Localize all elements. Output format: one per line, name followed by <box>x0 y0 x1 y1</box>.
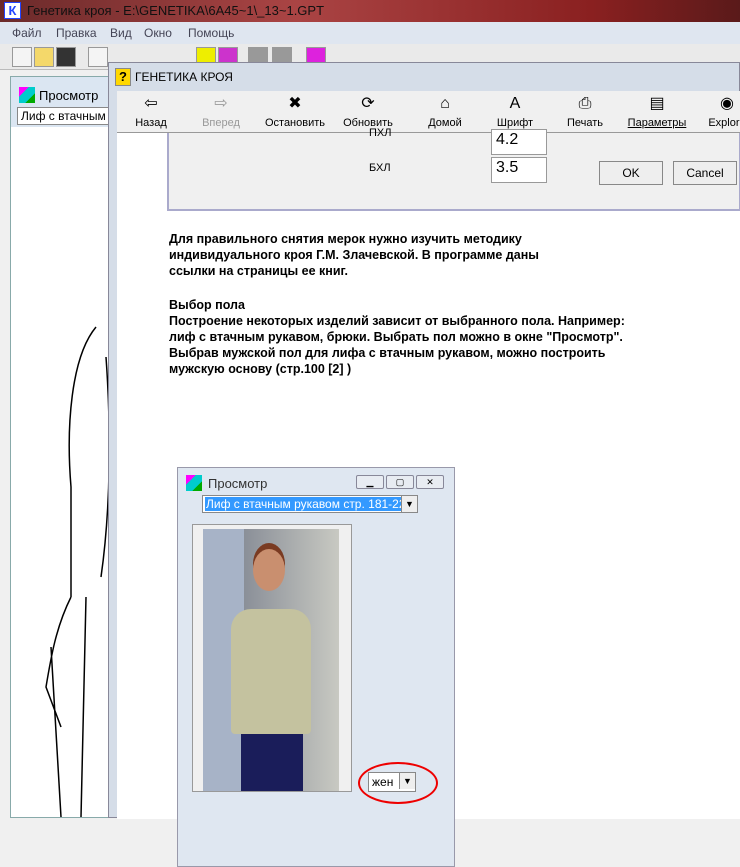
help-content: ПХЛ 4.2 БХЛ 3.5 OK Cancel Для правильног… <box>117 127 740 867</box>
maximize-icon[interactable]: ▢ <box>386 475 414 489</box>
print-icon[interactable] <box>88 47 108 67</box>
label-phl: ПХЛ <box>369 127 392 139</box>
paragraph-sex: Построение некоторых изделий зависит от … <box>169 314 625 376</box>
stop-icon: ✖ <box>288 95 302 112</box>
help-window-title: ГЕНЕТИКА КРОЯ <box>135 70 233 84</box>
photo-panel <box>192 524 352 792</box>
home-icon: ⌂ <box>440 95 450 112</box>
label-bhl: БХЛ <box>369 162 391 174</box>
menu-file[interactable]: Файл <box>12 26 42 40</box>
cancel-button[interactable]: Cancel <box>673 161 737 185</box>
bhl-field[interactable]: 3.5 <box>491 157 547 183</box>
stop-button[interactable]: ✖ Остановить <box>263 93 327 129</box>
phl-field[interactable]: 4.2 <box>491 129 547 155</box>
left-window-title: Просмотр <box>39 88 99 103</box>
refresh-button[interactable]: ⟳ Обновить <box>341 93 395 129</box>
help-nav-toolbar: ⇦ Назад ⇨ Вперед ✖ Остановить ⟳ Обновить ⌂ До… <box>117 91 740 133</box>
explore-button[interactable]: ◉Explore <box>707 93 740 129</box>
preview-icon <box>186 475 202 491</box>
close-icon[interactable]: ✕ <box>416 475 444 489</box>
new-icon[interactable] <box>12 47 32 67</box>
preview-icon <box>19 87 35 103</box>
figure-sketch <box>45 326 111 818</box>
print-icon: ⎙ <box>578 95 592 112</box>
menu-edit[interactable]: Правка <box>56 26 97 40</box>
home-button[interactable]: ⌂ Домой <box>425 93 465 129</box>
save-icon[interactable] <box>56 47 76 67</box>
app-logo: К <box>4 2 21 19</box>
app-title-bar: К Генетика кроя - E:\GENETIKA\6A45~1\_13… <box>0 0 740 22</box>
forward-button[interactable]: ⇨ Вперед <box>199 93 243 129</box>
paragraph-measurements: Для правильного снятия мерок нужно изучи… <box>169 232 539 278</box>
red-highlight-circle <box>358 762 438 804</box>
help-window: ? ГЕНЕТИКА КРОЯ ⇦ Назад ⇨ Вперед ✖ Останови… <box>108 62 740 867</box>
left-combo[interactable]: Лиф с втачным ру <box>17 107 117 125</box>
refresh-icon: ⟳ <box>361 95 375 112</box>
section-title: Выбор пола <box>169 298 245 312</box>
arrow-left-icon: ⇦ <box>144 95 158 112</box>
model-photo <box>203 529 339 791</box>
preview-window-screenshot: Просмотр ▁ ▢ ✕ Лиф с втачным рукавом стр… <box>177 467 455 867</box>
measurements-dialog: ПХЛ 4.2 БХЛ 3.5 OK Cancel <box>167 127 740 211</box>
back-button[interactable]: ⇦ Назад <box>131 93 171 129</box>
options-button[interactable]: ▤ Параметры <box>625 93 689 129</box>
ok-button[interactable]: OK <box>599 161 663 185</box>
minimize-icon[interactable]: ▁ <box>356 475 384 489</box>
app-title: Генетика кроя - E:\GENETIKA\6A45~1\_13~1… <box>27 3 325 18</box>
menu-window[interactable]: Окно <box>144 26 172 40</box>
options-icon: ▤ <box>649 95 665 112</box>
help-icon: ? <box>115 68 131 86</box>
open-icon[interactable] <box>34 47 54 67</box>
arrow-right-icon: ⇨ <box>214 95 228 112</box>
print-button[interactable]: ⎙ Печать <box>565 93 605 129</box>
left-preview-window: Просмотр Лиф с втачным ру <box>10 76 120 818</box>
menu-help[interactable]: Помощь <box>188 26 234 40</box>
menu-bar: Файл Правка Вид Окно Помощь <box>0 22 740 44</box>
preview-title: Просмотр <box>208 476 268 491</box>
menu-view[interactable]: Вид <box>110 26 132 40</box>
explore-icon: ◉ <box>720 95 734 112</box>
font-button[interactable]: A Шрифт <box>495 93 535 129</box>
garment-combo[interactable]: Лиф с втачным рукавом стр. 181-225 ▼ <box>202 495 418 513</box>
font-icon: A <box>509 95 521 112</box>
chevron-down-icon[interactable]: ▼ <box>401 496 417 512</box>
